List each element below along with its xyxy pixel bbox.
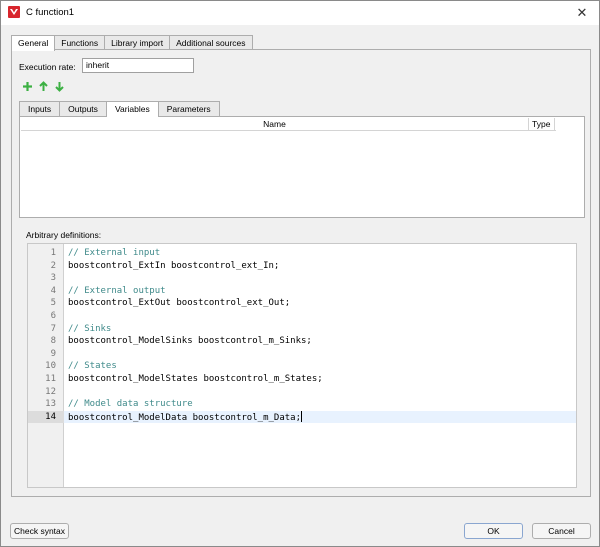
arrow-down-icon[interactable] bbox=[54, 81, 65, 92]
ok-button[interactable]: OK bbox=[464, 523, 523, 539]
code-line[interactable]: 12 bbox=[28, 386, 576, 399]
line-number: 13 bbox=[45, 399, 56, 410]
tab-outputs[interactable]: Outputs bbox=[59, 101, 107, 116]
line-number: 1 bbox=[50, 248, 56, 258]
tab-library-import[interactable]: Library import bbox=[104, 35, 171, 50]
column-header-type[interactable]: Type bbox=[529, 118, 555, 130]
line-number: 12 bbox=[45, 386, 56, 397]
code-line[interactable]: 8 boostcontrol_ModelSinks boostcontrol_m_… bbox=[28, 335, 576, 348]
window-title: C function1 bbox=[26, 7, 75, 18]
line-number: 2 bbox=[50, 260, 56, 271]
code-comment: // Sinks bbox=[68, 323, 112, 334]
code-text: boostcontrol_ModelData boostcontrol_m_Da… bbox=[68, 410, 302, 423]
code-text: boostcontrol_ModelSinks boostcontrol_m_S… bbox=[68, 336, 312, 347]
table-header: Name Type bbox=[21, 118, 556, 131]
dialog-window: C function1 ✕ General Functions Library … bbox=[0, 0, 600, 547]
plus-icon[interactable] bbox=[22, 81, 33, 92]
line-number: 9 bbox=[50, 348, 56, 359]
code-text: boostcontrol_ModelStates boostcontrol_m_… bbox=[68, 374, 323, 384]
close-icon[interactable]: ✕ bbox=[573, 4, 591, 22]
check-syntax-button[interactable]: Check syntax bbox=[10, 523, 69, 539]
column-header-name[interactable]: Name bbox=[21, 118, 529, 130]
line-number: 7 bbox=[50, 323, 56, 334]
line-number: 3 bbox=[50, 273, 56, 284]
code-comment: // External input bbox=[68, 248, 161, 258]
arrow-up-icon[interactable] bbox=[38, 81, 49, 92]
code-line[interactable]: 11 boostcontrol_ModelStates boostcontrol_… bbox=[28, 373, 576, 386]
line-number: 6 bbox=[50, 311, 56, 321]
tab-variables[interactable]: Variables bbox=[105, 101, 159, 117]
line-number: 14 bbox=[28, 410, 64, 424]
inner-tab-bar: Inputs Outputs Variables Parameters bbox=[19, 101, 220, 117]
code-line[interactable]: 9 bbox=[28, 348, 576, 361]
code-line[interactable]: 14 boostcontrol_ModelData boostcontrol_m_… bbox=[28, 410, 576, 424]
code-comment: // External output bbox=[68, 285, 166, 296]
code-line[interactable]: 6 bbox=[28, 310, 576, 323]
tab-additional-sources[interactable]: Additional sources bbox=[169, 35, 253, 50]
text-caret bbox=[301, 410, 302, 422]
code-line[interactable]: 3 bbox=[28, 272, 576, 285]
code-line[interactable]: 7 // Sinks bbox=[28, 323, 576, 336]
code-text: boostcontrol_ExtIn boostcontrol_ext_In; bbox=[68, 260, 280, 271]
tab-functions[interactable]: Functions bbox=[54, 35, 106, 50]
code-text: boostcontrol_ExtOut boostcontrol_ext_Out… bbox=[68, 298, 291, 309]
table-body[interactable] bbox=[21, 132, 583, 217]
code-line[interactable]: 10 // States bbox=[28, 360, 576, 373]
tab-parameters[interactable]: Parameters bbox=[157, 101, 220, 116]
code-line[interactable]: 1 // External input bbox=[28, 247, 576, 260]
code-comment: // States bbox=[68, 361, 117, 372]
tab-inputs[interactable]: Inputs bbox=[19, 101, 61, 116]
code-line[interactable]: 5 boostcontrol_ExtOut boostcontrol_ext_Ou… bbox=[28, 297, 576, 310]
cancel-button[interactable]: Cancel bbox=[532, 523, 591, 539]
line-number: 4 bbox=[50, 285, 56, 296]
code-line[interactable]: 13 // Model data structure bbox=[28, 398, 576, 411]
code-comment: // Model data structure bbox=[68, 399, 193, 410]
line-number: 8 bbox=[50, 336, 56, 347]
general-panel: Execution rate: inherit Inputs Outputs V… bbox=[11, 49, 591, 497]
app-logo-icon bbox=[8, 6, 20, 18]
variables-table: Name Type bbox=[19, 116, 585, 218]
code-editor[interactable]: 1 // External input 2 boostcontrol_ExtIn bo… bbox=[27, 243, 577, 488]
code-line[interactable]: 2 boostcontrol_ExtIn boostcontrol_ext_In; bbox=[28, 260, 576, 273]
code-line[interactable]: 4 // External output bbox=[28, 285, 576, 298]
execution-rate-label: Execution rate: bbox=[19, 62, 76, 72]
line-number: 11 bbox=[45, 374, 56, 384]
title-bar: C function1 ✕ bbox=[1, 1, 599, 25]
outer-tab-bar: General Functions Library import Additio… bbox=[11, 35, 253, 51]
execution-rate-input[interactable]: inherit bbox=[82, 58, 194, 73]
line-number: 10 bbox=[45, 361, 56, 372]
arbitrary-definitions-label: Arbitrary definitions: bbox=[26, 230, 102, 240]
tab-general[interactable]: General bbox=[11, 35, 56, 51]
line-number: 5 bbox=[50, 298, 56, 309]
